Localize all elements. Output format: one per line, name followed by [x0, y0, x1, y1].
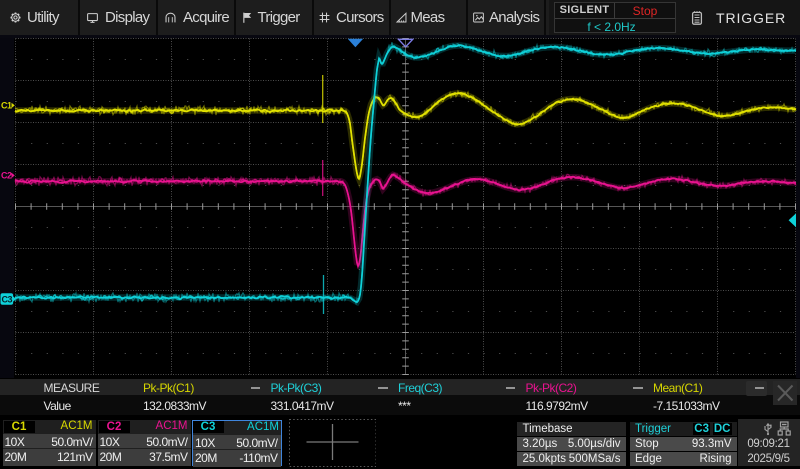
svg-text:C3: C3: [2, 295, 13, 305]
svg-text:C2: C2: [1, 171, 12, 181]
svg-text:C1: C1: [1, 101, 12, 111]
